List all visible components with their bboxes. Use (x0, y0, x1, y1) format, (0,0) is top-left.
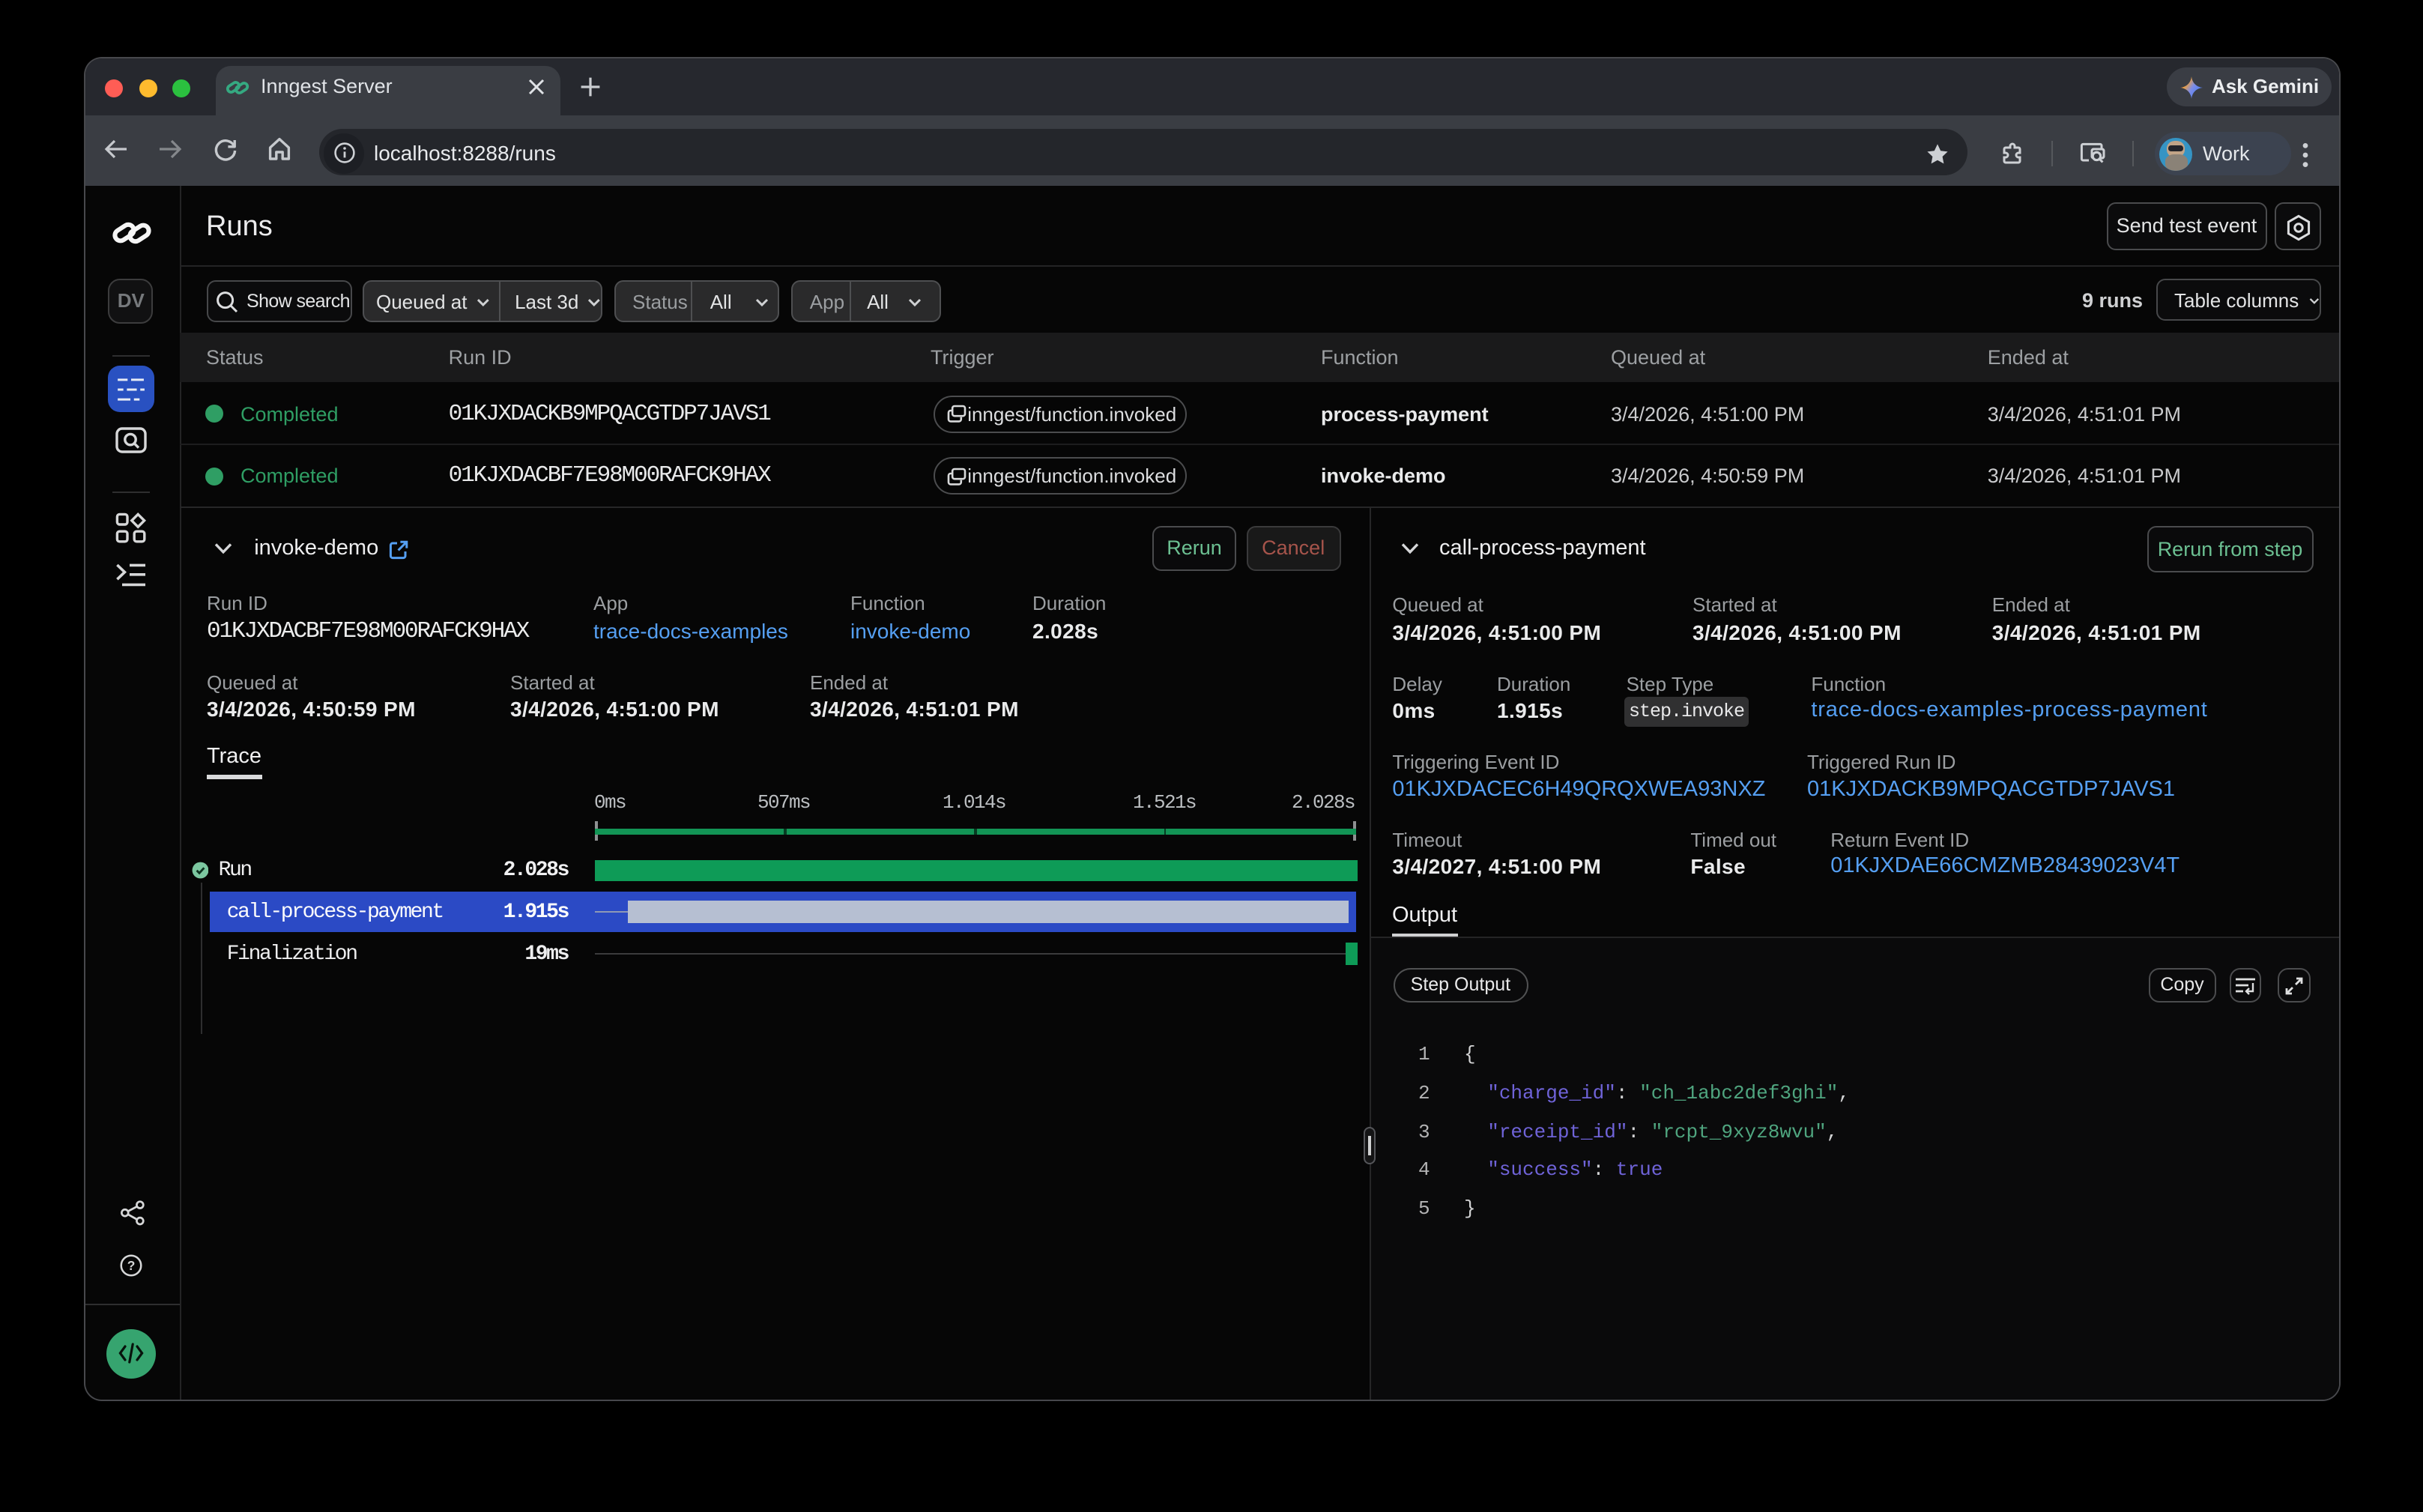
svg-text:?: ? (127, 1258, 136, 1273)
